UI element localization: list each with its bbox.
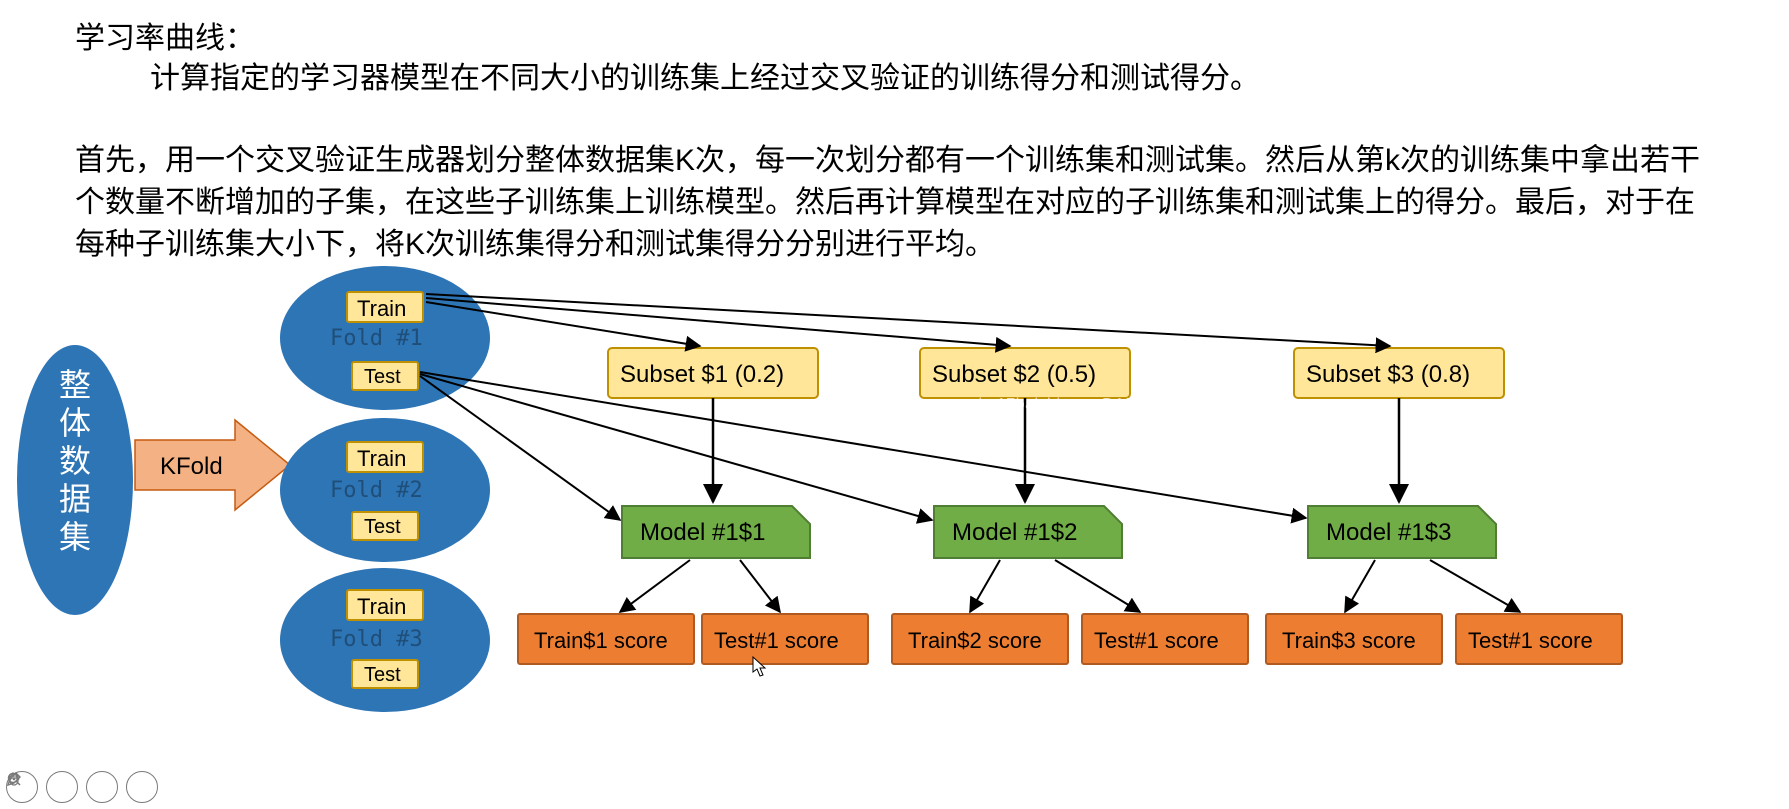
kfold-label: KFold (160, 450, 223, 484)
more-icon[interactable] (126, 771, 158, 803)
zoom-icon[interactable] (86, 771, 118, 803)
fold2-name: Fold #2 (330, 476, 423, 507)
watermark-text: vip.17baishi.com DAN11 (970, 396, 1155, 414)
arrow-m3-test (1430, 560, 1520, 612)
fold2-train-label: Train (357, 444, 406, 475)
model-1-label: Model #1$1 (640, 516, 765, 550)
arrow-test-model3 (420, 372, 1306, 518)
subset-3-label: Subset $3 (0.8) (1306, 358, 1470, 392)
fold3-name: Fold #3 (330, 625, 423, 656)
subset-2-label: Subset $2 (0.5) (932, 358, 1096, 392)
score-train-2-label: Train$2 score (908, 626, 1042, 657)
fold1-name: Fold #1 (330, 324, 423, 355)
score-test-2-label: Test#1 score (1094, 626, 1219, 657)
fold2-test-label: Test (364, 513, 401, 541)
model-3-label: Model #1$3 (1326, 516, 1451, 550)
score-test-3-label: Test#1 score (1468, 626, 1593, 657)
arrow-m1-train (620, 560, 690, 612)
fold1-test-label: Test (364, 363, 401, 391)
arrow-train-sub2 (426, 298, 1010, 346)
subset-1-label: Subset $1 (0.2) (620, 358, 784, 392)
model-2-label: Model #1$2 (952, 516, 1077, 550)
bottom-toolbar (6, 771, 158, 803)
score-test-1-label: Test#1 score (714, 626, 839, 657)
dataset-label: 整体数据集 (55, 368, 95, 558)
arrow-m1-test (740, 560, 780, 612)
slide: 学习率曲线： 计算指定的学习器模型在不同大小的训练集上经过交叉验证的训练得分和测… (0, 0, 1789, 809)
diagram-svg (0, 0, 1789, 809)
arrow-m2-train (970, 560, 1000, 612)
fold3-test-label: Test (364, 661, 401, 689)
mouse-cursor-icon (752, 656, 768, 678)
arrow-m3-train (1345, 560, 1375, 612)
fold1-train-label: Train (357, 294, 406, 325)
score-train-1-label: Train$1 score (534, 626, 668, 657)
fold3-train-label: Train (357, 592, 406, 623)
arrow-m2-test (1055, 560, 1140, 612)
score-train-3-label: Train$3 score (1282, 626, 1416, 657)
hand-icon[interactable] (46, 771, 78, 803)
